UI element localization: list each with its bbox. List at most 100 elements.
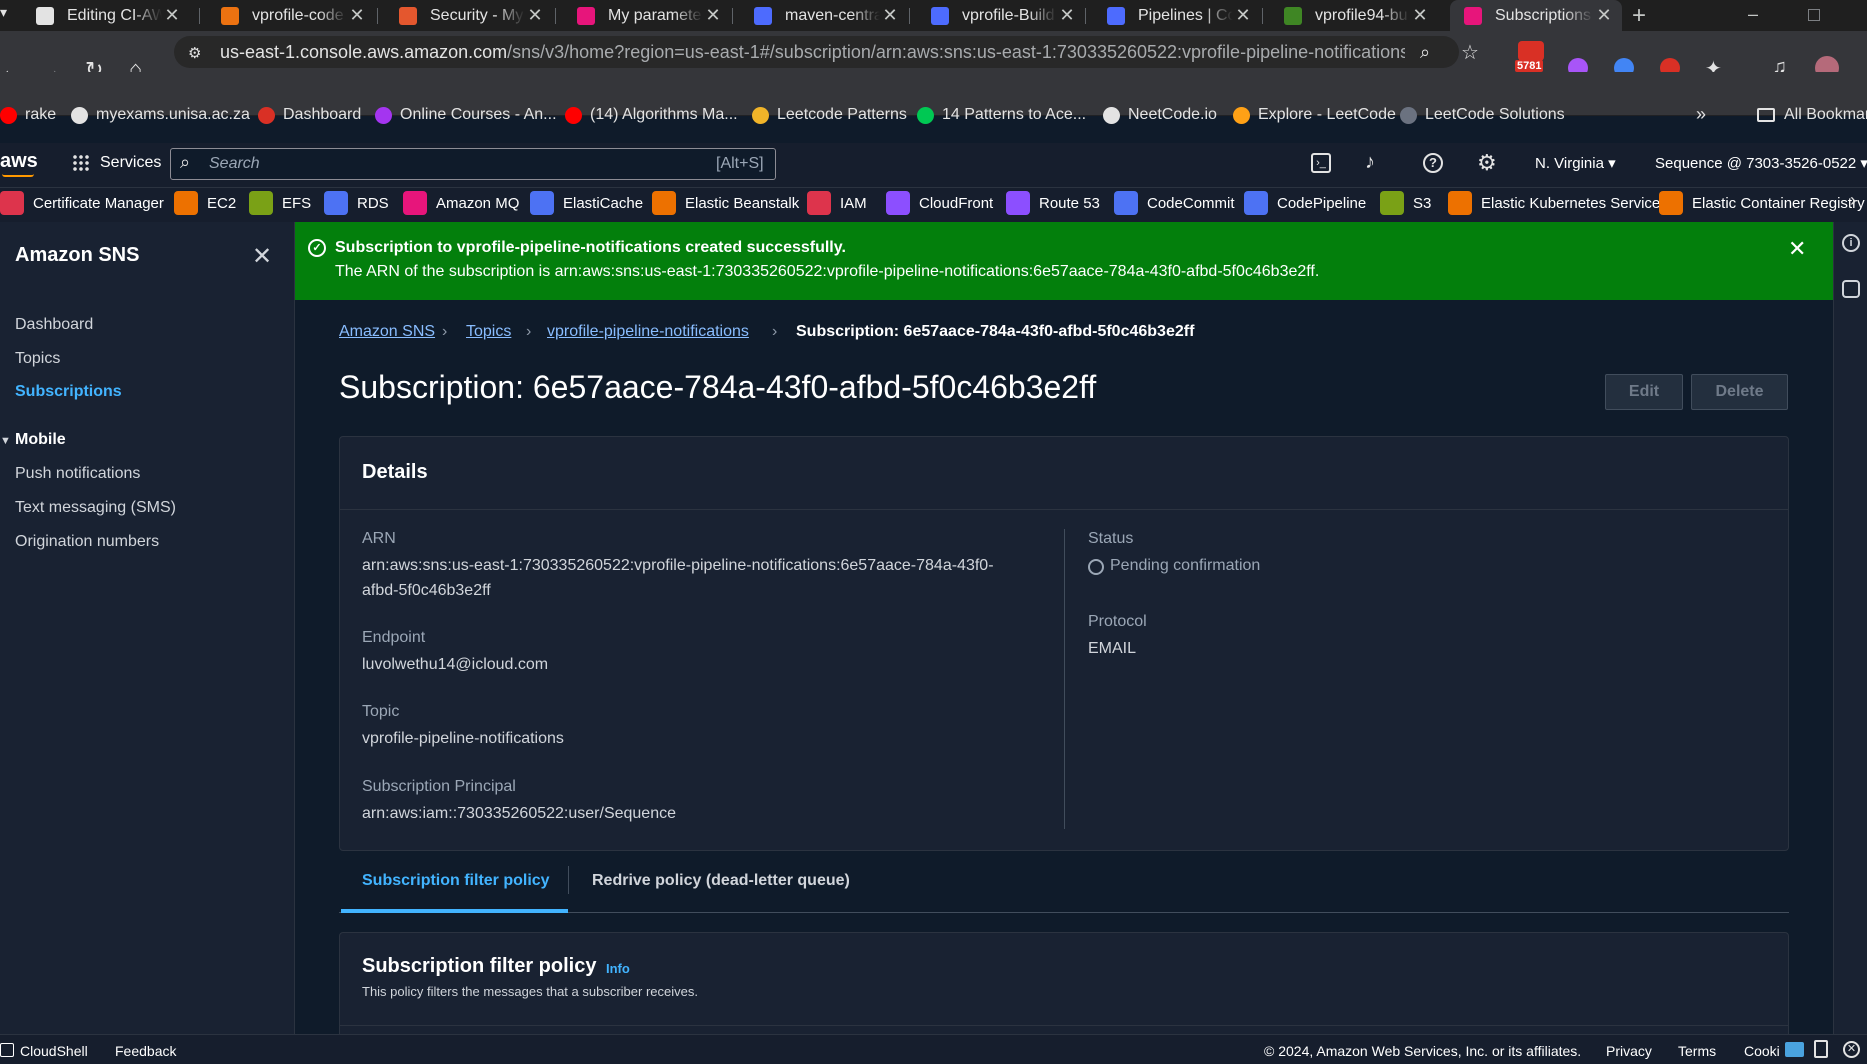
- details-heading: Details: [362, 461, 428, 483]
- favorite-service-link[interactable]: EC2: [174, 190, 236, 216]
- services-menu-button[interactable]: Services: [100, 154, 161, 172]
- bookmark-favicon-icon: [1103, 106, 1120, 124]
- help-icon[interactable]: ?: [1423, 153, 1443, 173]
- account-menu[interactable]: Sequence @ 7303-3526-0522 ▾: [1655, 154, 1867, 172]
- cloudshell-link[interactable]: CloudShell: [20, 1043, 88, 1059]
- close-tab-icon[interactable]: ✕: [703, 5, 723, 26]
- bookmark-item[interactable]: Leetcode Patterns: [752, 106, 907, 124]
- bookmark-item[interactable]: 14 Patterns to Ace...: [917, 106, 1086, 124]
- favorite-service-link[interactable]: Route 53: [1006, 190, 1100, 216]
- site-info-icon[interactable]: ⚙: [188, 44, 201, 62]
- close-tab-icon[interactable]: ✕: [1410, 5, 1430, 26]
- browser-tab[interactable]: vprofile94-bu ✕: [1270, 0, 1438, 31]
- search-shortcut-hint: [Alt+S]: [716, 155, 764, 172]
- close-circle-icon[interactable]: ✕: [1843, 1041, 1860, 1058]
- feedback-link[interactable]: Feedback: [115, 1043, 176, 1059]
- sidebar-item-origination-numbers[interactable]: Origination numbers: [15, 533, 159, 551]
- browser-tab[interactable]: Pipelines | Co ✕: [1093, 0, 1261, 31]
- sidebar-item-dashboard[interactable]: Dashboard: [15, 316, 93, 334]
- favorite-service-link[interactable]: S3: [1380, 190, 1431, 216]
- browser-tab[interactable]: My paramete ✕: [563, 0, 731, 31]
- close-tab-icon[interactable]: ✕: [880, 5, 900, 26]
- sidebar-item-push-notifications[interactable]: Push notifications: [15, 465, 140, 483]
- favorite-service-link[interactable]: EFS: [249, 190, 311, 216]
- caret-down-icon[interactable]: ▼: [0, 435, 11, 447]
- close-tab-icon[interactable]: ✕: [1594, 5, 1614, 26]
- new-tab-icon[interactable]: +: [1632, 0, 1646, 31]
- breadcrumb-topics[interactable]: Topics: [466, 323, 511, 341]
- bookmark-item[interactable]: rake: [0, 106, 56, 124]
- breadcrumb-amazon-sns[interactable]: Amazon SNS: [339, 323, 435, 341]
- zoom-icon[interactable]: ⌕: [1420, 42, 1430, 63]
- tab-list-arrow-icon[interactable]: ▾: [0, 4, 10, 28]
- favorite-service-link[interactable]: CodeCommit: [1114, 190, 1235, 216]
- aws-logo[interactable]: aws: [0, 150, 38, 173]
- service-label: S3: [1413, 194, 1432, 212]
- browser-tab[interactable]: Subscriptions ✕: [1450, 0, 1622, 31]
- favorite-service-link[interactable]: Elastic Container Registry: [1659, 190, 1865, 216]
- browser-tab[interactable]: Editing CI-AW ✕: [22, 0, 190, 31]
- bookmark-item[interactable]: Online Courses - An...: [375, 106, 557, 124]
- bookmark-item[interactable]: (14) Algorithms Ma...: [565, 106, 738, 124]
- service-icon: [1659, 191, 1683, 215]
- sidebar-item-topics[interactable]: Topics: [15, 350, 60, 368]
- tab-redrive-policy[interactable]: Redrive policy (dead-letter queue): [592, 872, 850, 890]
- edit-button[interactable]: Edit: [1605, 374, 1683, 410]
- close-tab-icon[interactable]: ✕: [1233, 5, 1253, 26]
- service-icon: [652, 191, 676, 215]
- tab-subscription-filter-policy[interactable]: Subscription filter policy: [362, 872, 550, 890]
- favorite-service-link[interactable]: Certificate Manager: [0, 190, 164, 216]
- favorite-service-link[interactable]: Amazon MQ: [403, 190, 519, 216]
- more-bookmarks-icon[interactable]: »: [1696, 104, 1706, 125]
- folder-icon[interactable]: [1785, 1042, 1804, 1057]
- sidebar-item-text-messaging[interactable]: Text messaging (SMS): [15, 499, 176, 517]
- info-panel-icon[interactable]: i: [1842, 234, 1860, 252]
- url-text[interactable]: us-east-1.console.aws.amazon.com/sns/v3/…: [220, 42, 1405, 63]
- close-tab-icon[interactable]: ✕: [1057, 5, 1077, 26]
- close-sidebar-icon[interactable]: ✕: [252, 242, 272, 271]
- browser-tab[interactable]: vprofile-code ✕: [207, 0, 375, 31]
- settings-gear-icon[interactable]: ⚙: [1477, 150, 1497, 176]
- bookmark-item[interactable]: myexams.unisa.ac.za: [71, 106, 250, 124]
- dismiss-flash-icon[interactable]: ✕: [1788, 236, 1806, 262]
- close-tab-icon[interactable]: ✕: [347, 5, 367, 26]
- info-link[interactable]: Info: [606, 961, 630, 976]
- favorite-service-link[interactable]: Elastic Beanstalk: [652, 190, 799, 216]
- close-tab-icon[interactable]: ✕: [525, 5, 545, 26]
- browser-tab[interactable]: vprofile-Build ✕: [917, 0, 1085, 31]
- gmail-extension-icon[interactable]: [1518, 41, 1544, 61]
- bookmark-item[interactable]: NeetCode.io: [1103, 106, 1217, 124]
- breadcrumb-topic[interactable]: vprofile-pipeline-notifications: [547, 323, 749, 341]
- services-grid-icon[interactable]: [72, 154, 90, 172]
- cookie-link[interactable]: Cooki: [1744, 1043, 1780, 1059]
- bookmark-item[interactable]: Dashboard: [258, 106, 361, 124]
- minimize-icon[interactable]: –: [1748, 0, 1758, 28]
- sidebar-section-mobile[interactable]: Mobile: [15, 431, 66, 449]
- favorite-service-link[interactable]: IAM: [807, 190, 867, 216]
- favorite-service-link[interactable]: Elastic Kubernetes Service: [1448, 190, 1660, 216]
- bookmark-item[interactable]: LeetCode Solutions: [1400, 106, 1565, 124]
- browser-tab[interactable]: maven-centra ✕: [740, 0, 908, 31]
- browser-tab[interactable]: Security - My ✕: [385, 0, 553, 31]
- all-bookmarks-link[interactable]: All Bookmar: [1784, 106, 1867, 124]
- notifications-bell-icon[interactable]: ♪: [1365, 151, 1375, 174]
- restore-icon[interactable]: [1808, 9, 1820, 21]
- close-tab-icon[interactable]: ✕: [162, 5, 182, 26]
- search-input[interactable]: [170, 148, 776, 180]
- favorite-service-link[interactable]: ElastiCache: [530, 190, 643, 216]
- topic-link[interactable]: vprofile-pipeline-notifications: [362, 730, 564, 748]
- favorite-service-link[interactable]: RDS: [324, 190, 389, 216]
- favorites-scroll-right-icon[interactable]: ›: [1850, 190, 1856, 211]
- terms-link[interactable]: Terms: [1678, 1043, 1716, 1059]
- sidebar-item-subscriptions[interactable]: Subscriptions: [15, 383, 122, 401]
- bookmark-item[interactable]: Explore - LeetCode: [1233, 106, 1396, 124]
- privacy-link[interactable]: Privacy: [1606, 1043, 1652, 1059]
- region-selector[interactable]: N. Virginia ▾: [1535, 154, 1616, 172]
- help-panel-icon[interactable]: [1842, 280, 1860, 298]
- bookmark-star-icon[interactable]: ☆: [1461, 40, 1479, 65]
- favorite-service-link[interactable]: CloudFront: [886, 190, 993, 216]
- cloudshell-icon[interactable]: ›_: [1311, 153, 1331, 173]
- favorite-service-link[interactable]: CodePipeline: [1244, 190, 1366, 216]
- delete-button[interactable]: Delete: [1691, 374, 1788, 410]
- clipboard-icon[interactable]: [1814, 1040, 1828, 1058]
